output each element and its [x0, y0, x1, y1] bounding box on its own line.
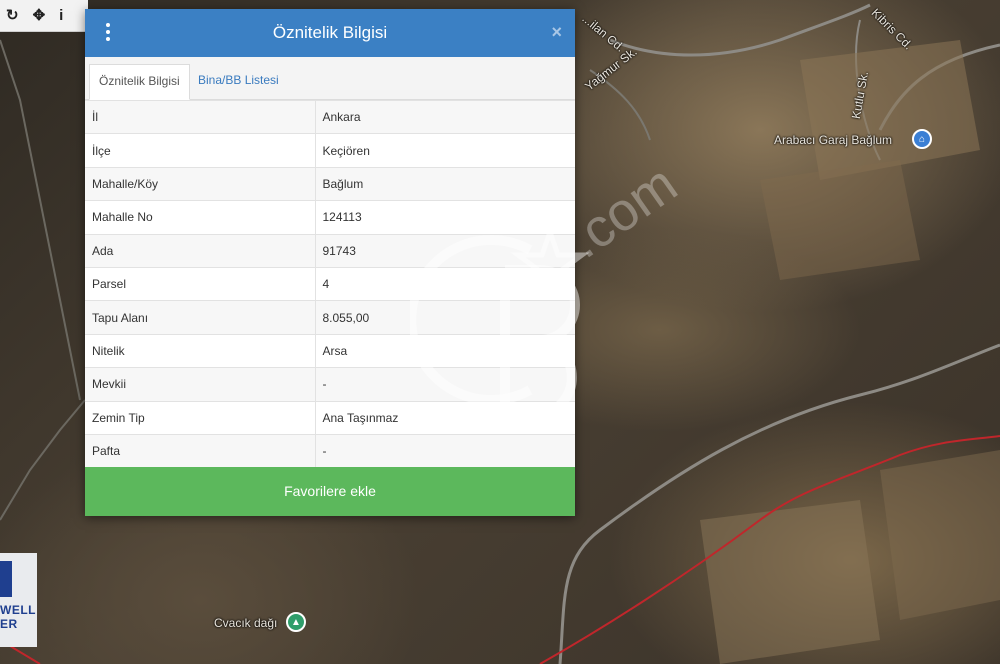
dialog-title: Öznitelik Bilgisi	[272, 23, 388, 42]
attribute-key: Ada	[85, 233, 316, 268]
attribute-table: İl Ankara İlçe Keçiören Mahalle/Köy Bağlum Mah…	[85, 99, 575, 468]
attribute-row: İlçe Keçiören	[85, 133, 575, 168]
attribute-key: Parsel	[85, 266, 316, 301]
info-icon[interactable]: i	[59, 8, 63, 23]
attribute-value: Ankara	[315, 99, 575, 134]
attribute-key: Mahalle/Köy	[85, 166, 316, 201]
dialog-tabs: Öznitelik Bilgisi Bina/BB Listesi	[85, 57, 575, 100]
attribute-key: Nitelik	[85, 333, 316, 368]
attribute-row: Pafta -	[85, 433, 575, 468]
attribute-key: Mevkii	[85, 367, 316, 402]
brand-logo	[0, 561, 12, 597]
poi-label: Arabacı Garaj Bağlum	[774, 133, 893, 147]
tab-building-list[interactable]: Bina/BB Listesi	[189, 64, 288, 100]
garage-poi-icon[interactable]: ⌂	[912, 129, 932, 149]
attribute-row: İl Ankara	[85, 99, 575, 134]
attribute-key: Mahalle No	[85, 200, 316, 235]
attribute-value: -	[315, 433, 575, 468]
attribute-key: İl	[85, 99, 316, 134]
attribute-value: 124113	[315, 200, 575, 235]
map-toolbar: ↻ ✥ i	[0, 0, 88, 32]
attribute-value: Arsa	[315, 333, 575, 368]
mountain-poi-icon[interactable]: ▲	[286, 612, 306, 632]
attribute-key: İlçe	[85, 133, 316, 168]
attribute-dialog: Öznitelik Bilgisi × Öznitelik Bilgisi Bi…	[85, 9, 575, 516]
brand-card: WELL ER	[0, 553, 37, 647]
attribute-value: 91743	[315, 233, 575, 268]
refresh-icon[interactable]: ↻	[6, 8, 19, 23]
attribute-key: Tapu Alanı	[85, 300, 316, 335]
attribute-row: Mahalle No 124113	[85, 200, 575, 235]
attribute-value: Bağlum	[315, 166, 575, 201]
attribute-row: Mevkii -	[85, 367, 575, 402]
attribute-value: 8.055,00	[315, 300, 575, 335]
attribute-value: 4	[315, 266, 575, 301]
dialog-header: Öznitelik Bilgisi ×	[85, 9, 575, 57]
move-icon[interactable]: ✥	[33, 8, 46, 23]
brand-text-line1: WELL	[0, 603, 36, 617]
attribute-row: Ada 91743	[85, 233, 575, 268]
attribute-value: Keçiören	[315, 133, 575, 168]
poi-label: Cvacık dağı	[214, 616, 278, 630]
tab-attribute-info[interactable]: Öznitelik Bilgisi	[89, 64, 190, 100]
close-icon[interactable]: ×	[551, 22, 562, 43]
attribute-value: -	[315, 367, 575, 402]
brand-text-line2: ER	[0, 617, 18, 631]
attribute-key: Pafta	[85, 433, 316, 468]
attribute-value: Ana Taşınmaz	[315, 400, 575, 435]
attribute-row: Zemin Tip Ana Taşınmaz	[85, 400, 575, 435]
attribute-row: Nitelik Arsa	[85, 333, 575, 368]
attribute-key: Zemin Tip	[85, 400, 316, 435]
attribute-row: Mahalle/Köy Bağlum	[85, 166, 575, 201]
add-to-favorites-button[interactable]: Favorilere ekle	[85, 467, 575, 516]
attribute-row: Parsel 4	[85, 266, 575, 301]
attribute-row: Tapu Alanı 8.055,00	[85, 300, 575, 335]
